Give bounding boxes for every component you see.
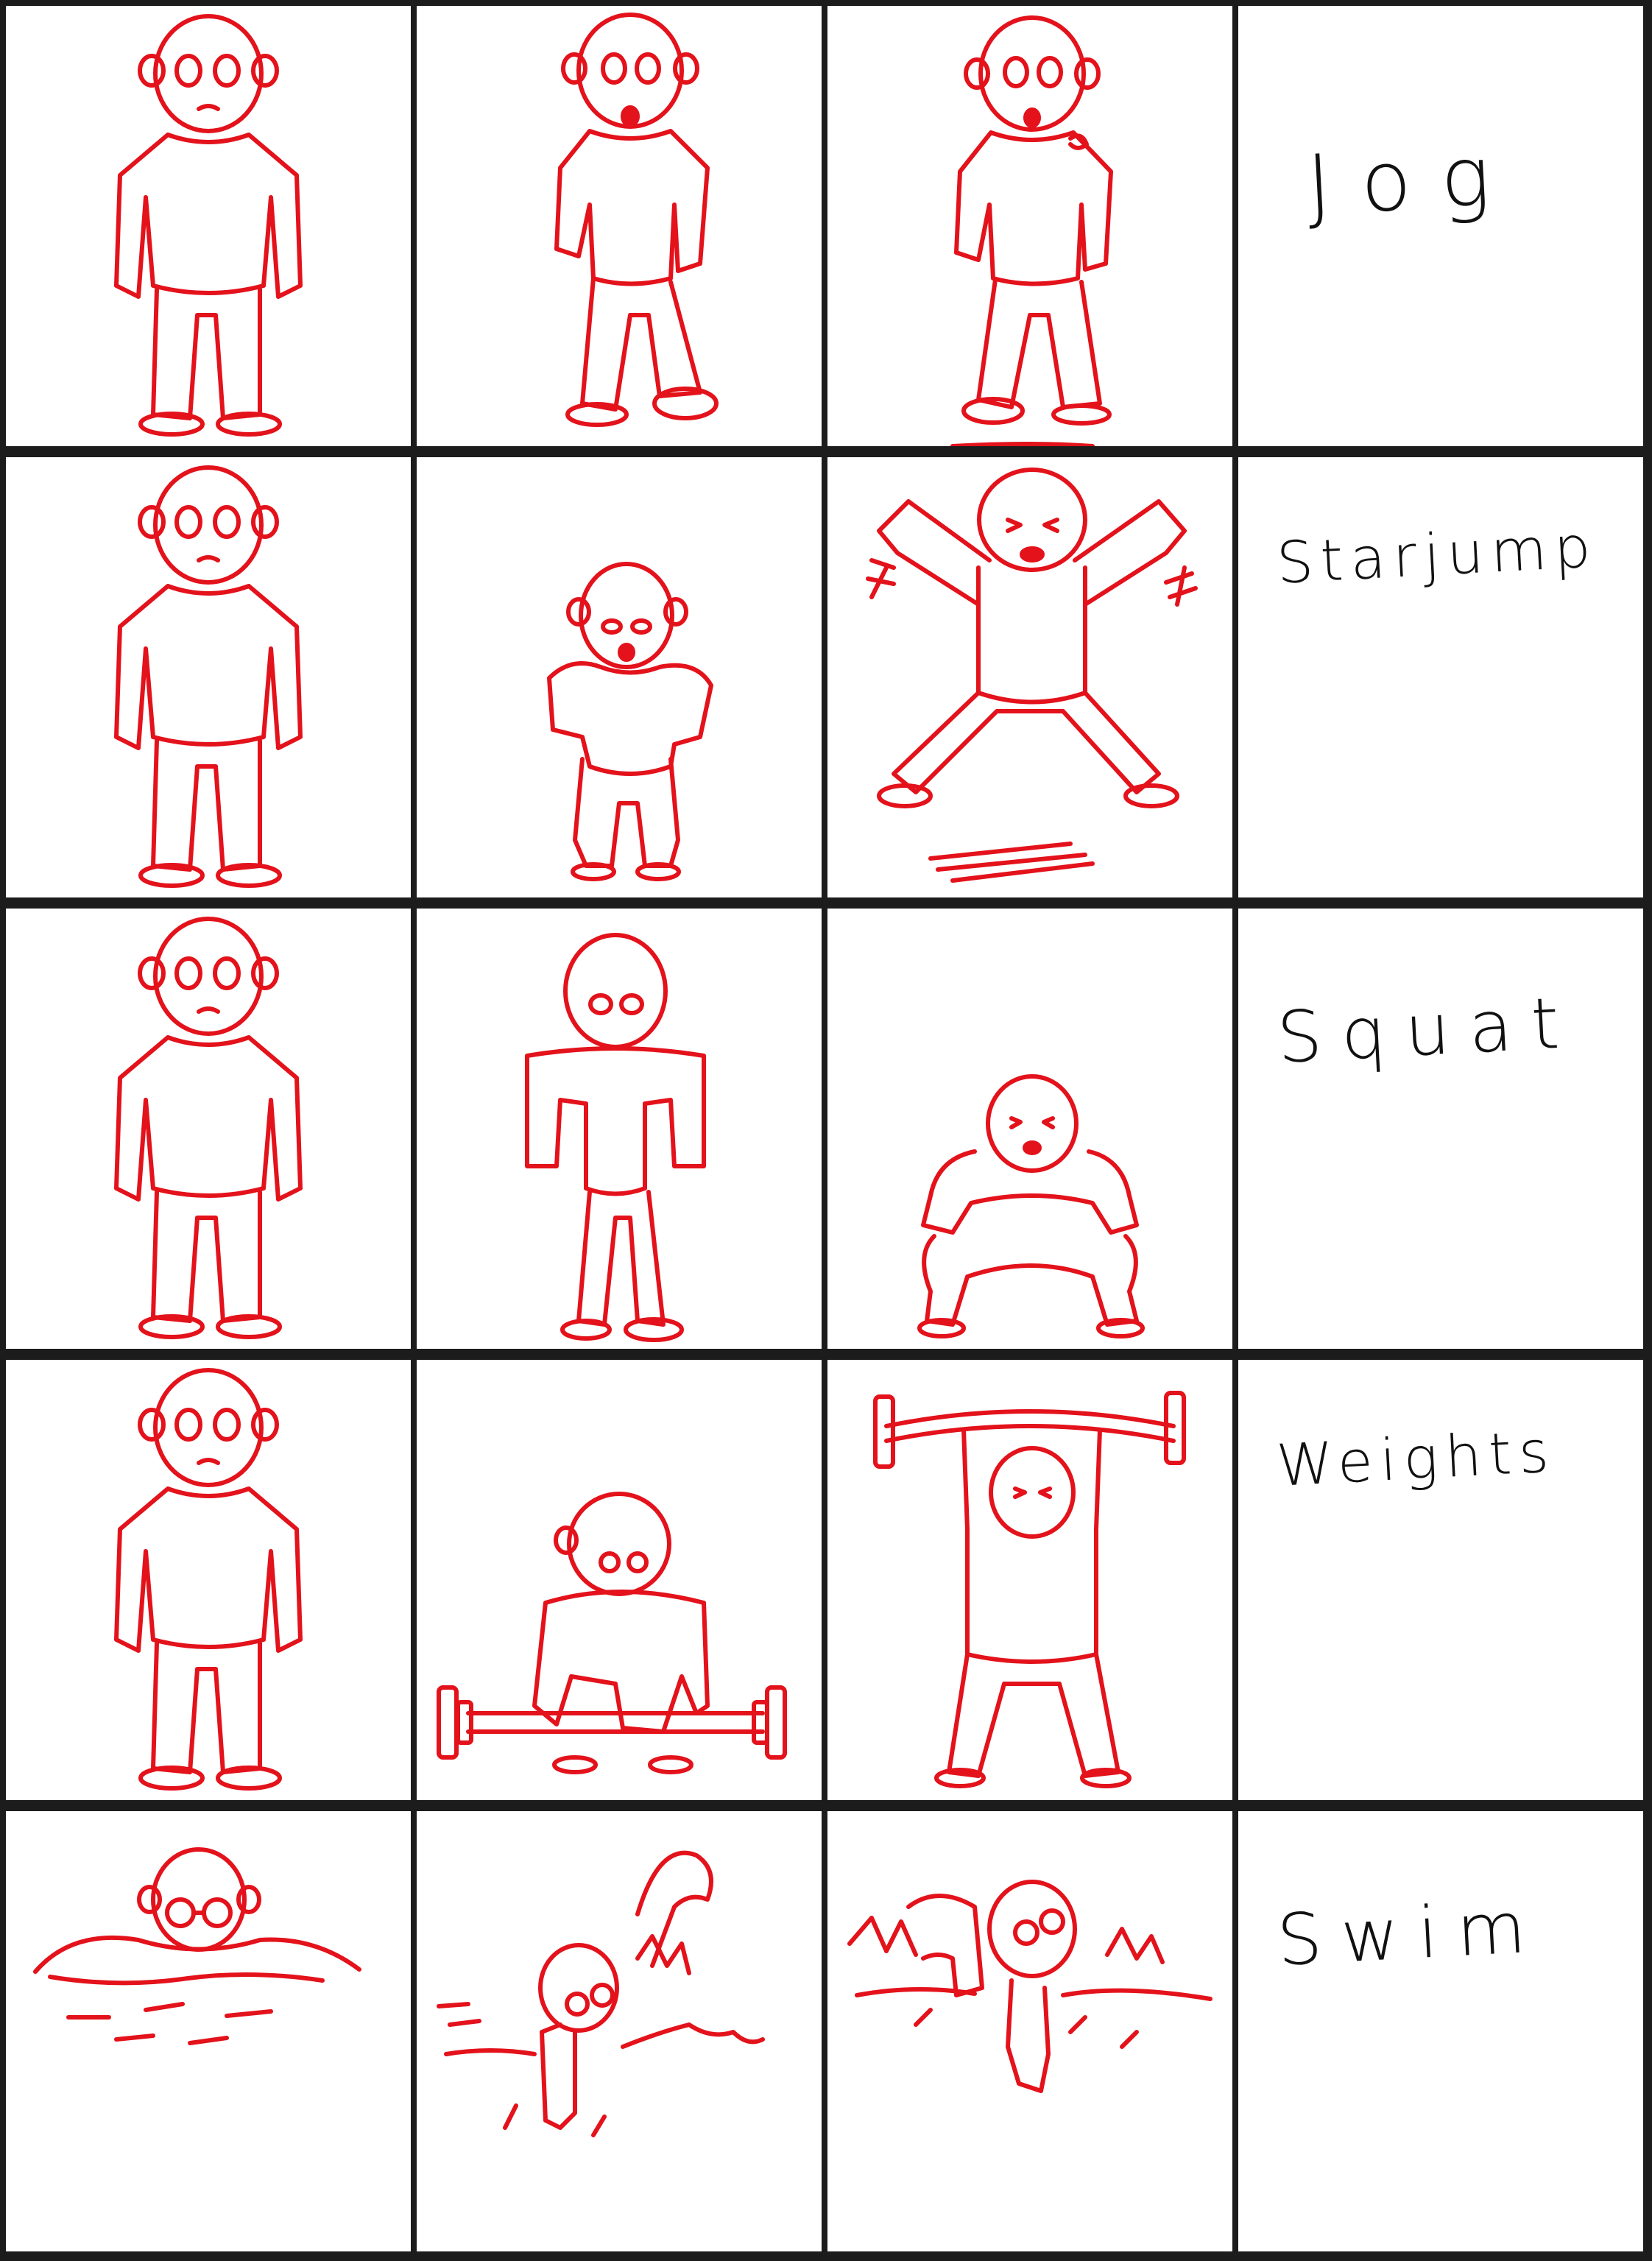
jog-label-cell: Jog	[1238, 6, 1643, 446]
man-overhead-press-drawing	[873, 1391, 1186, 1788]
man-start-jog-drawing	[554, 13, 719, 427]
weights-frame-1	[6, 1360, 411, 1800]
weights-frame-2	[417, 1360, 822, 1800]
swim-frame-1	[6, 1811, 411, 2251]
storyboard-sheet: Jog Starjump Squat Weights Swim	[0, 0, 1652, 2261]
weights-frame-3	[827, 1360, 1232, 1800]
standing-man-drawing	[114, 917, 303, 1339]
starjump-frame-1	[6, 457, 411, 897]
man-starjump-drawing	[866, 468, 1198, 883]
squat-frame-2	[417, 909, 822, 1349]
jog-frame-2	[417, 6, 822, 446]
man-in-water-drawing	[33, 1847, 361, 2045]
swim-label-cell: Swim	[1238, 1811, 1643, 2251]
exercise-label: Starjump	[1275, 514, 1600, 597]
jog-frame-3	[827, 6, 1232, 446]
standing-man-drawing	[114, 14, 303, 437]
exercise-label: Jog	[1305, 127, 1522, 234]
man-jogging-drawing	[950, 15, 1113, 446]
squat-label-cell: Squat	[1238, 909, 1643, 1349]
exercise-label: Weights	[1275, 1419, 1558, 1500]
man-swimming-stroke-drawing	[437, 1850, 765, 2137]
exercise-label: Squat	[1275, 981, 1581, 1079]
starjump-frame-3	[827, 457, 1232, 897]
exercise-label: Swim	[1275, 1885, 1547, 1982]
standing-man-drawing	[114, 465, 303, 888]
standing-man-drawing	[114, 1368, 303, 1791]
man-squatting-drawing	[917, 1074, 1145, 1338]
squat-frame-3	[827, 909, 1232, 1349]
jog-frame-1	[6, 6, 411, 446]
man-crouching-drawing	[547, 562, 713, 881]
man-bending-drawing	[525, 933, 706, 1342]
starjump-label-cell: Starjump	[1238, 457, 1643, 897]
starjump-frame-2	[417, 457, 822, 897]
weights-label-cell: Weights	[1238, 1360, 1643, 1800]
swim-frame-2	[417, 1811, 822, 2251]
man-lifting-barbell-drawing	[437, 1492, 787, 1774]
man-swimming-breath-drawing	[847, 1880, 1212, 2093]
squat-frame-1	[6, 909, 411, 1349]
swim-frame-3	[827, 1811, 1232, 2251]
